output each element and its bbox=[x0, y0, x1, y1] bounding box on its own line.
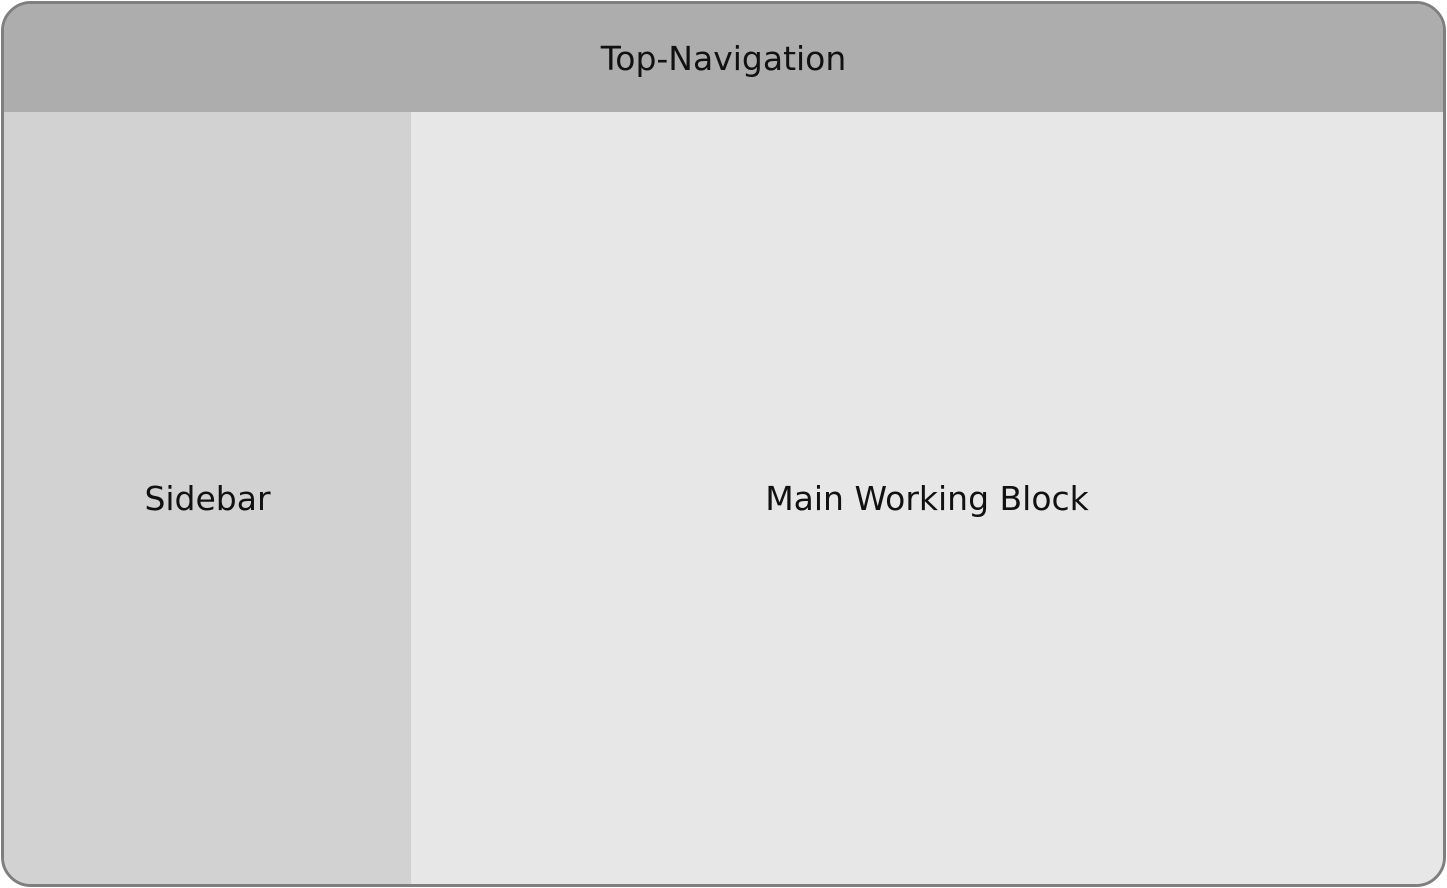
sidebar-label: Sidebar bbox=[144, 478, 271, 518]
layout-frame: Top-Navigation Sidebar Main Working Bloc… bbox=[1, 1, 1446, 887]
top-navigation-label: Top-Navigation bbox=[600, 38, 847, 78]
top-navigation-region: Top-Navigation bbox=[4, 4, 1443, 112]
sidebar-region: Sidebar bbox=[4, 112, 411, 884]
main-working-block-label: Main Working Block bbox=[765, 478, 1089, 518]
main-working-block-region: Main Working Block bbox=[411, 112, 1443, 884]
